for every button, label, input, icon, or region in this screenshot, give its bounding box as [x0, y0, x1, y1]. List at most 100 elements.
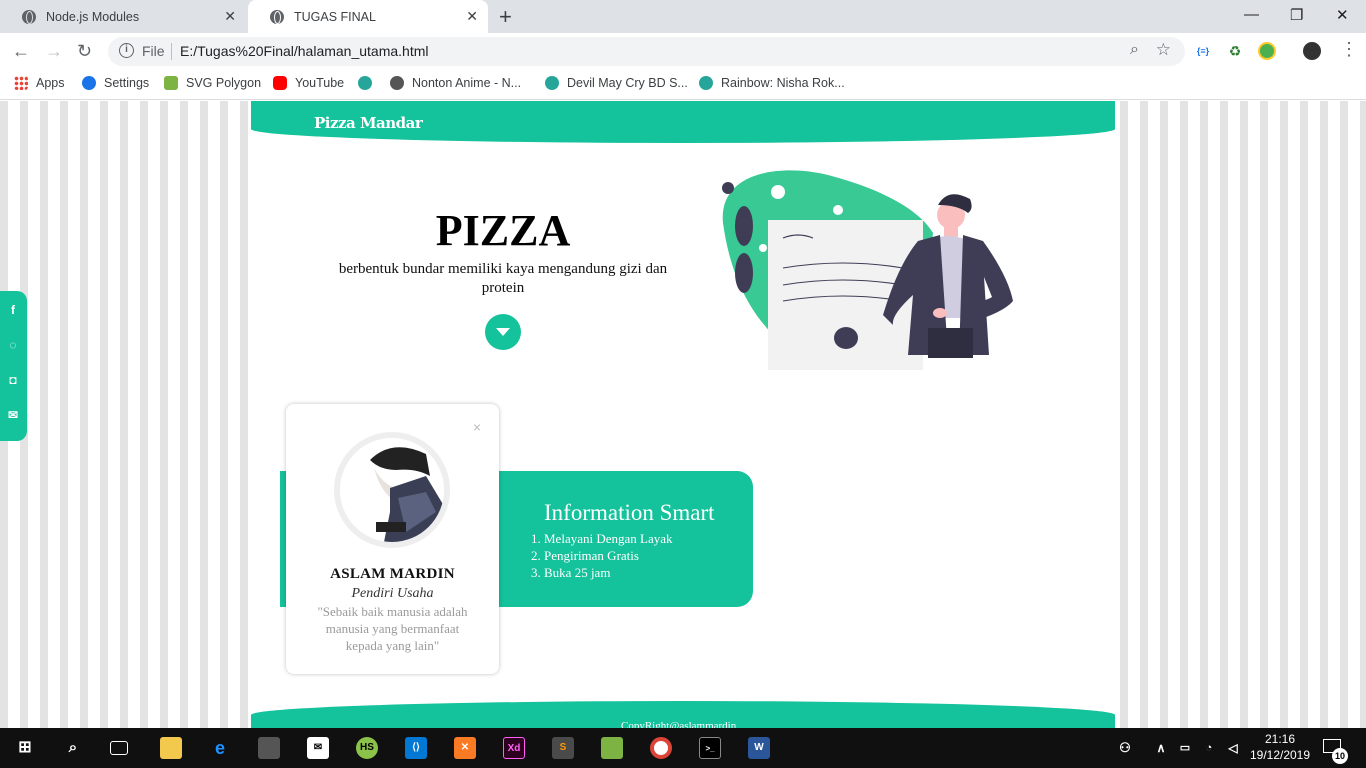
- tab-label: Node.js Modules: [46, 9, 140, 24]
- bookmark-label: Rainbow: Nisha Rok...: [721, 76, 845, 90]
- globe-icon: [270, 9, 284, 24]
- recycle-extension-icon[interactable]: ♻: [1226, 42, 1244, 60]
- bookmark-label: Settings: [104, 76, 150, 90]
- chevron-up-icon[interactable]: ∧: [1150, 737, 1172, 759]
- facebook-icon[interactable]: f: [6, 303, 20, 317]
- zoom-icon[interactable]: ⌕: [1130, 41, 1139, 59]
- chrome-icon[interactable]: [650, 737, 672, 759]
- system-clock[interactable]: 21:16 19/12/2019: [1246, 731, 1314, 763]
- bookmark-label: YouTube: [295, 76, 345, 90]
- scroll-down-button[interactable]: [485, 314, 521, 350]
- avatar: [334, 432, 450, 548]
- bookmark-youtube[interactable]: YouTube: [273, 76, 344, 90]
- bookmark-label: Nonton Anime - N...: [412, 76, 522, 90]
- anime-icon: [390, 76, 404, 90]
- gear-icon: [82, 76, 96, 90]
- social-sidebar: f ◌ ◘ ✉: [0, 291, 27, 441]
- browser-tab-bar: Node.js Modules ✕ TUGAS FINAL ✕ + — ❐ ✕: [0, 0, 1366, 33]
- hero-subtitle: berbentuk bundar memiliki kaya mengandun…: [338, 261, 668, 296]
- minimize-button[interactable]: —: [1244, 6, 1259, 23]
- reload-button[interactable]: ↻: [77, 41, 92, 62]
- bookmarks-bar: Apps Settings SVG Polygon YouTube Nonton…: [0, 70, 1366, 100]
- app-leaf-icon[interactable]: [601, 737, 623, 759]
- vscode-icon[interactable]: ⟨⟩: [405, 737, 427, 759]
- restore-button[interactable]: ❐: [1290, 6, 1303, 24]
- store-icon[interactable]: [258, 737, 280, 759]
- word-icon[interactable]: W: [748, 737, 770, 759]
- web-page: Pizza Mandar PIZZA berbentuk bundar memi…: [0, 101, 1366, 728]
- sublime-text-icon[interactable]: S: [552, 737, 574, 759]
- mail-icon[interactable]: ✉: [307, 737, 329, 759]
- avatar-photo: [340, 438, 444, 542]
- bookmark-label: Devil May Cry BD S...: [567, 76, 688, 90]
- profile-quote: "Sebaik baik manusia adalah manusia yang…: [317, 604, 468, 653]
- browser-toolbar: ← → ↻ i File E:/Tugas%20Final/halaman_ut…: [0, 33, 1366, 70]
- hs-app-icon[interactable]: HS: [356, 737, 378, 759]
- volume-icon[interactable]: ◁: [1222, 737, 1244, 759]
- clock-date: 19/12/2019: [1249, 748, 1311, 762]
- bookmark-apps[interactable]: Apps: [14, 76, 65, 90]
- address-bar[interactable]: i File E:/Tugas%20Final/halaman_utama.ht…: [108, 37, 1185, 66]
- email-icon[interactable]: ✉: [6, 408, 20, 422]
- close-tab-icon[interactable]: ✕: [466, 8, 478, 25]
- menu-icon[interactable]: ⋮: [1340, 39, 1358, 60]
- bookmark-star-icon[interactable]: ☆: [1156, 40, 1171, 60]
- swirl-icon: [358, 76, 372, 90]
- bookmark-devil-may-cry[interactable]: Devil May Cry BD S...: [545, 76, 688, 90]
- whatsapp-icon[interactable]: ◌: [6, 338, 20, 352]
- search-icon[interactable]: ⌕: [62, 737, 84, 759]
- forward-button[interactable]: →: [45, 41, 63, 62]
- bookmark-settings[interactable]: Settings: [82, 76, 149, 90]
- task-view-icon[interactable]: [110, 741, 128, 755]
- site-brand[interactable]: Pizza Mandar: [314, 114, 423, 132]
- network-icon[interactable]: ◔: [1198, 737, 1220, 759]
- info-item: 1. Melayani Dengan Layak: [531, 531, 673, 546]
- svg-polygon-icon: [164, 76, 178, 90]
- scheme-label: File: [142, 43, 165, 59]
- swirl-icon: [545, 76, 559, 90]
- people-icon[interactable]: ⚇: [1114, 737, 1136, 759]
- apps-grid-icon: [14, 76, 28, 90]
- close-window-button[interactable]: ✕: [1336, 6, 1349, 24]
- bookmark-svg-polygon[interactable]: SVG Polygon: [164, 76, 261, 90]
- battery-icon[interactable]: ▭: [1174, 737, 1196, 759]
- windows-taskbar: ⊞ ⌕ e ✉ HS ⟨⟩ ✕ Xd S >_ W ⚇ ∧ ▭ ◔ ◁ 21:1…: [0, 728, 1366, 768]
- edge-icon[interactable]: e: [209, 737, 231, 759]
- bookmark-swirl[interactable]: [358, 76, 380, 90]
- info-title: Information Smart: [544, 500, 715, 525]
- profile-avatar[interactable]: [1303, 42, 1321, 60]
- tab-tugas-final[interactable]: TUGAS FINAL ✕: [248, 0, 488, 33]
- swirl-icon: [699, 76, 713, 90]
- start-windows-icon[interactable]: ⊞: [14, 737, 36, 759]
- info-icon[interactable]: i: [119, 43, 134, 58]
- close-tab-icon[interactable]: ✕: [224, 8, 236, 25]
- info-item: 2. Pengiriman Gratis: [531, 548, 639, 563]
- hero-illustration: [722, 170, 1013, 370]
- xampp-icon[interactable]: ✕: [454, 737, 476, 759]
- copyright-text: CopyRight@aslammardin: [621, 720, 737, 728]
- bookmark-label: Apps: [36, 76, 65, 90]
- globe-icon: [22, 9, 36, 24]
- hero-title: PIZZA: [435, 206, 571, 255]
- file-explorer-icon[interactable]: [160, 737, 182, 759]
- new-tab-button[interactable]: +: [499, 4, 512, 30]
- bookmark-label: SVG Polygon: [186, 76, 262, 90]
- close-icon[interactable]: ×: [473, 419, 481, 435]
- instagram-icon[interactable]: ◘: [6, 373, 20, 387]
- info-list: 1. Melayani Dengan Layak 2. Pengiriman G…: [531, 530, 673, 581]
- bookmark-nonton-anime[interactable]: Nonton Anime - N...: [390, 76, 521, 90]
- notification-count: 10: [1332, 748, 1348, 764]
- globe-extension-icon[interactable]: [1258, 42, 1276, 60]
- json-extension-icon[interactable]: {≡}: [1194, 42, 1212, 60]
- profile-name: ASLAM MARDIN: [330, 566, 455, 582]
- url-text[interactable]: E:/Tugas%20Final/halaman_utama.html: [180, 43, 429, 59]
- back-button[interactable]: ←: [12, 41, 30, 62]
- profile-card: × ASLAM MARDIN Pendiri Usaha "Sebaik bai…: [286, 404, 499, 674]
- info-item: 3. Buka 25 jam: [531, 565, 611, 580]
- bookmark-rainbow[interactable]: Rainbow: Nisha Rok...: [699, 76, 845, 90]
- tab-nodejs-modules[interactable]: Node.js Modules ✕: [0, 0, 246, 33]
- adobe-xd-icon[interactable]: Xd: [503, 737, 525, 759]
- terminal-icon[interactable]: >_: [699, 737, 721, 759]
- clock-time: 21:16: [1264, 732, 1296, 746]
- divider: [171, 43, 172, 60]
